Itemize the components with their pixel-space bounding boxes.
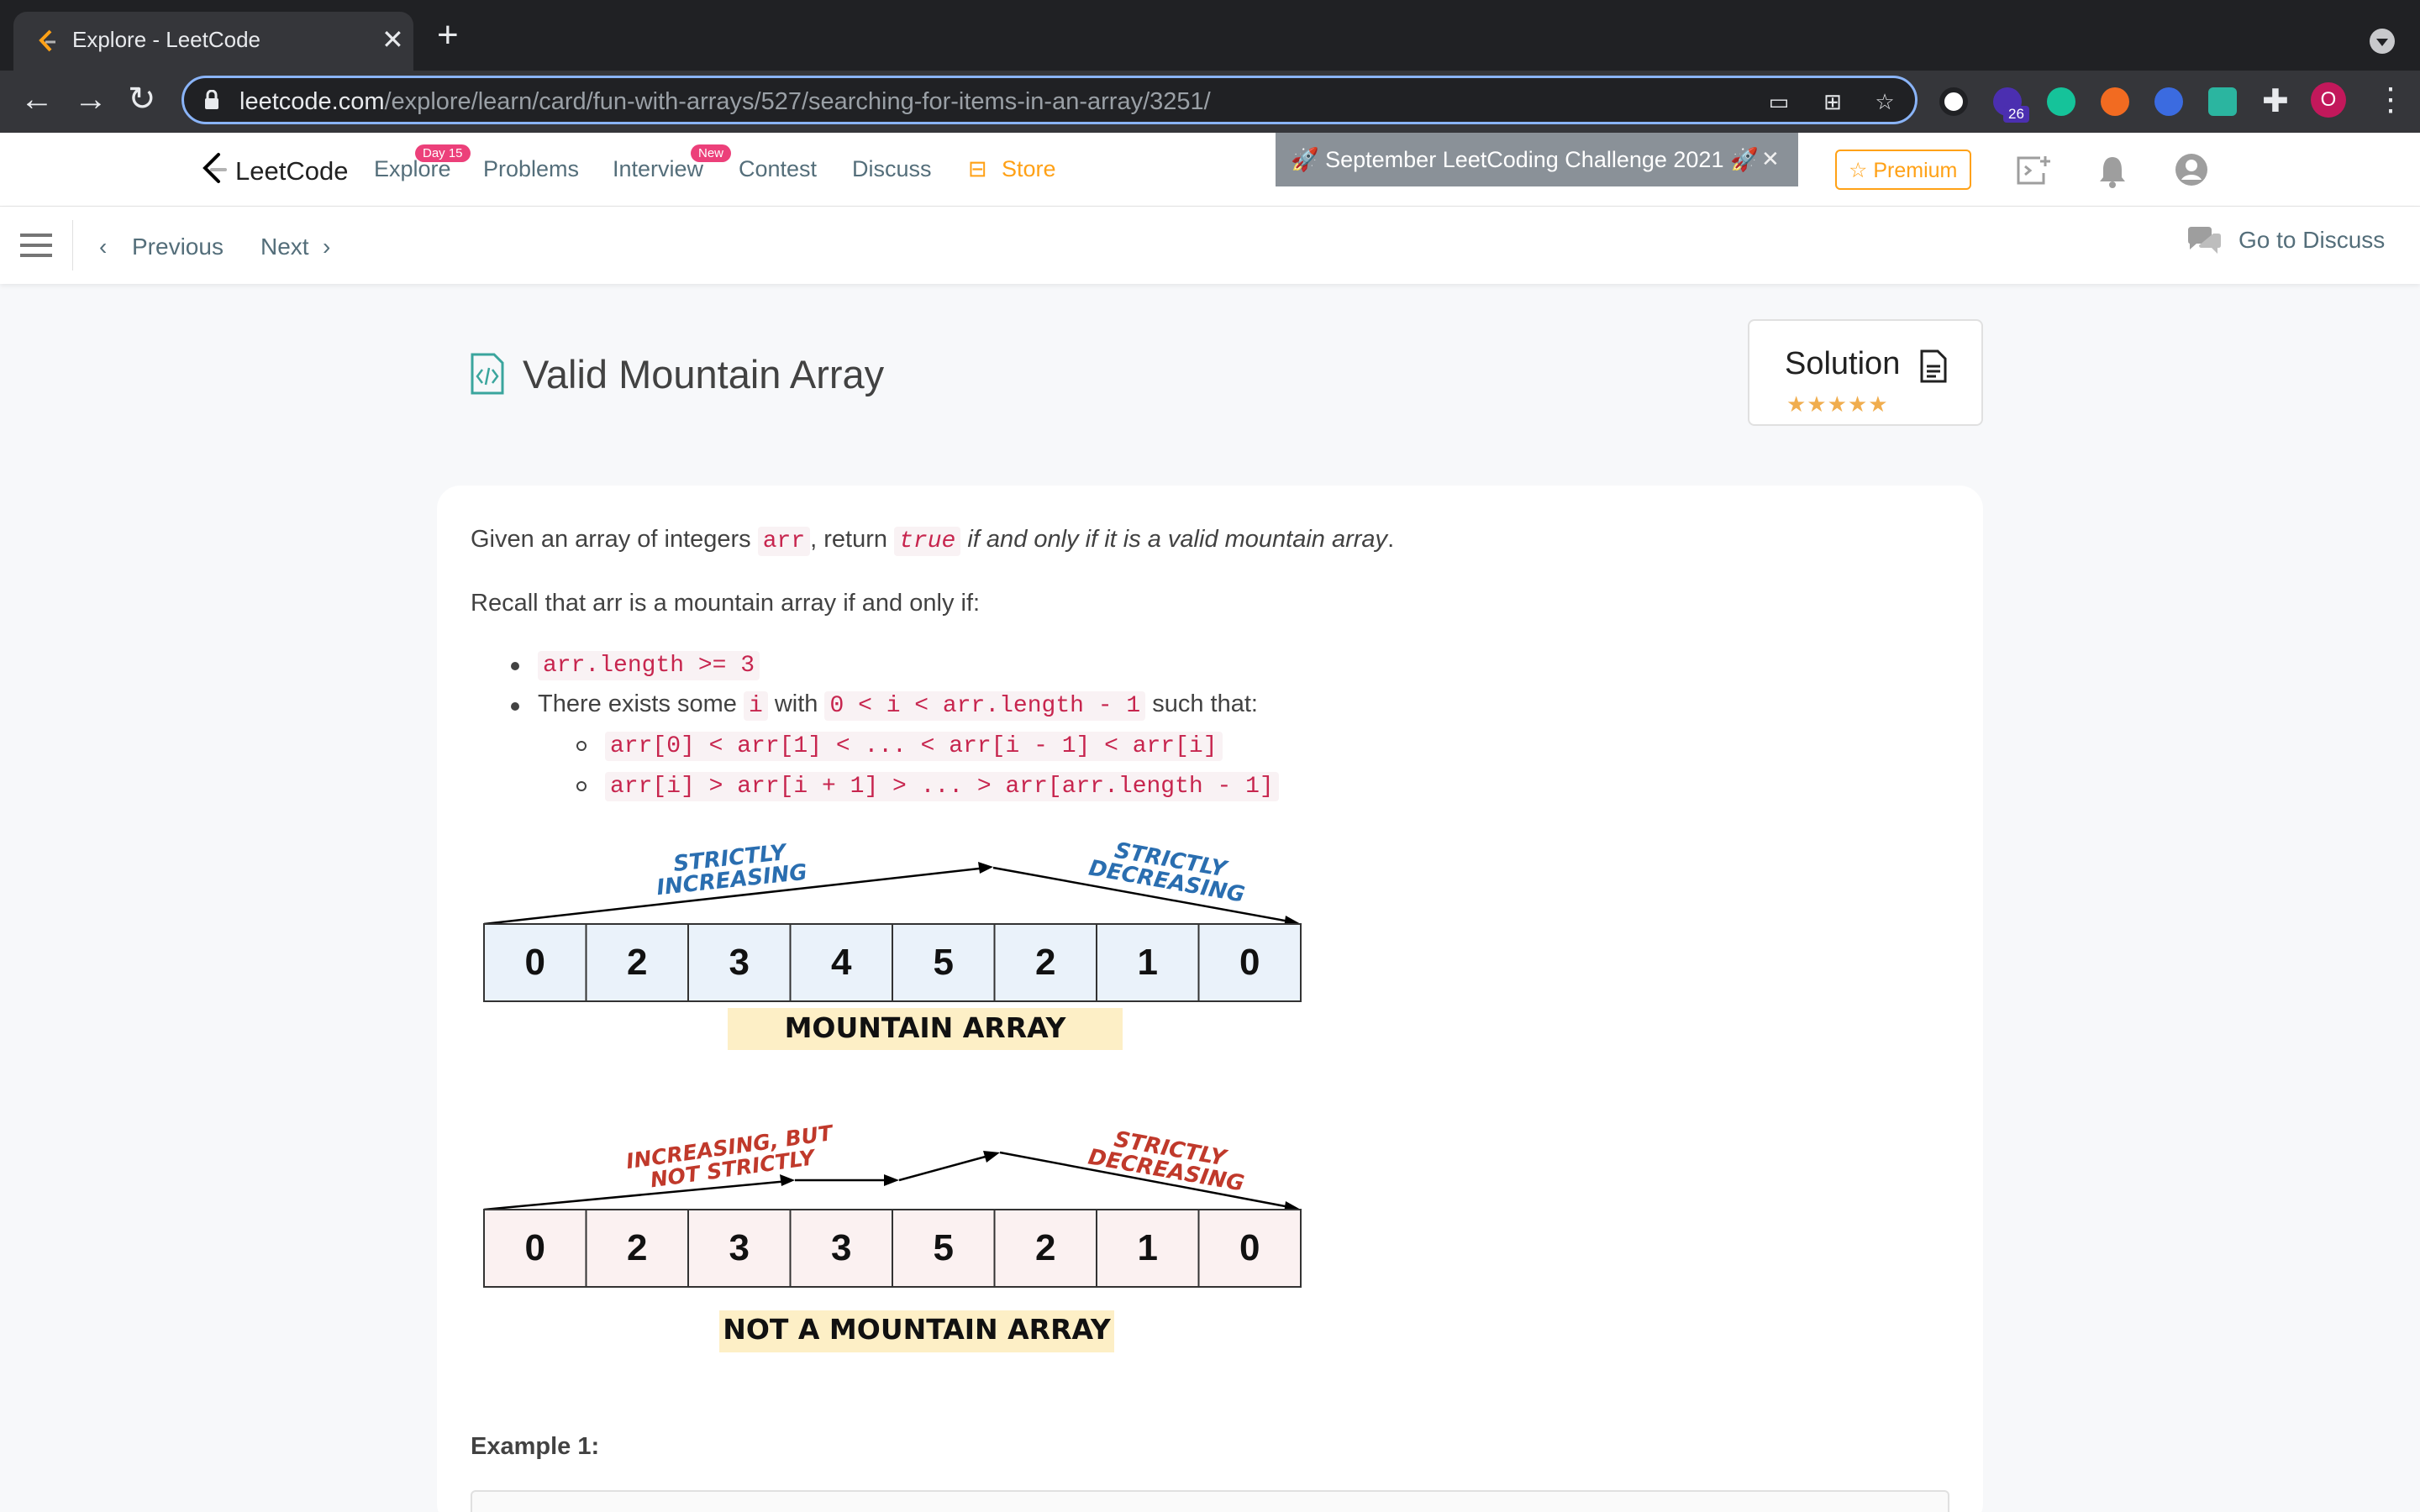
mountain-array-value: 2: [1035, 942, 1055, 983]
chevron-right-icon[interactable]: ›: [323, 234, 330, 260]
address-bar[interactable]: leetcode.com/explore/learn/card/fun-with…: [182, 76, 1918, 124]
grammarly-icon[interactable]: [2047, 87, 2075, 116]
example-heading: Example 1:: [471, 1433, 600, 1460]
banner-close-icon[interactable]: ✕: [1761, 146, 1780, 172]
forward-icon[interactable]: →: [74, 82, 108, 116]
increasing-not-strictly-label: INCREASING, BUT NOT STRICTLY: [624, 1121, 835, 1193]
premium-button[interactable]: ☆ Premium: [1835, 150, 1971, 190]
extension-orange-icon[interactable]: [2101, 87, 2129, 116]
nav-store[interactable]: Store: [1002, 156, 1056, 182]
reload-icon[interactable]: ↻: [128, 82, 156, 116]
strictly-decreasing-label-2: STRICTLY DECREASING: [1086, 1127, 1246, 1197]
mountain-array-value: 3: [729, 942, 750, 983]
not-mountain-array-value: 0: [1239, 1227, 1260, 1268]
extensions-puzzle-icon[interactable]: ✚: [2262, 82, 2289, 120]
interview-new-badge: New: [691, 144, 732, 162]
nav-problems[interactable]: Problems: [483, 156, 579, 182]
mountain-array-caption: MOUNTAIN ARRAY: [785, 1011, 1067, 1044]
code-arr: arr: [757, 527, 811, 556]
mountain-array-value: 4: [831, 942, 852, 983]
chevron-left-icon[interactable]: ‹: [99, 234, 107, 260]
recall-paragraph: Recall that arr is a mountain array if a…: [471, 590, 981, 617]
nav-contest[interactable]: Contest: [739, 156, 817, 182]
browser-tab[interactable]: Explore - LeetCode ✕: [13, 12, 413, 71]
document-icon: [1920, 349, 1947, 383]
condition-length: arr.length >= 3: [538, 650, 760, 680]
condition-increasing: arr[0] < arr[1] < ... < arr[i - 1] < arr…: [605, 731, 1223, 761]
page-title: Valid Mountain Array: [523, 352, 885, 396]
mountain-array-value: 5: [934, 942, 954, 983]
mountain-array-value: 0: [525, 942, 545, 983]
condition-decreasing: arr[i] > arr[i + 1] > ... > arr[arr.leng…: [605, 771, 1279, 801]
sub-bullet: [576, 741, 587, 751]
not-mountain-array-value: 3: [729, 1227, 750, 1268]
extension-globe-icon[interactable]: [2154, 87, 2183, 116]
solution-card[interactable]: Solution ★★★★★: [1748, 319, 1983, 426]
not-mountain-array-cells: 0 2 3 3 5 2 1 0: [483, 1209, 1302, 1288]
mountain-array-value: 0: [1239, 942, 1260, 983]
problem-intro: Given an array of integers arr, return t…: [471, 526, 1395, 556]
extension-shield-icon[interactable]: [2208, 87, 2237, 116]
subnav-divider: [72, 220, 73, 270]
bookmark-star-icon[interactable]: ☆: [1873, 90, 1897, 113]
url-text[interactable]: leetcode.com/explore/learn/card/fun-with…: [239, 88, 1211, 116]
not-mountain-array-caption: NOT A MOUNTAIN ARRAY: [723, 1313, 1112, 1346]
bullet: [511, 702, 519, 711]
notification-bell-icon[interactable]: [2097, 155, 2128, 188]
playground-icon[interactable]: [2015, 155, 2052, 186]
strictly-decreasing-label: STRICTLY DECREASING: [1086, 838, 1246, 908]
next-button[interactable]: Next: [260, 234, 309, 260]
back-icon[interactable]: ←: [20, 82, 54, 116]
user-account-icon[interactable]: [2175, 153, 2208, 186]
code-true: true: [894, 527, 961, 556]
logo-text: LeetCode: [235, 156, 349, 186]
not-mountain-array-figure: INCREASING, BUT NOT STRICTLY STRICTLY DE…: [483, 1121, 1302, 1352]
nav-interview[interactable]: Interview: [613, 156, 703, 182]
mountain-array-cells: 0 2 3 4 5 2 1 0: [483, 923, 1302, 1002]
extension-badge: 26: [2003, 106, 2029, 123]
nav-discuss[interactable]: Discuss: [852, 156, 932, 182]
challenge-banner[interactable]: 🚀 September LeetCoding Challenge 2021 🚀: [1276, 133, 1798, 186]
example-code-block: [471, 1490, 1949, 1512]
rating-stars: ★★★★★: [1786, 391, 1889, 417]
leetcode-favicon-icon: [39, 29, 55, 52]
new-tab-icon[interactable]: +: [437, 17, 459, 54]
store-icon: ⊟: [968, 156, 987, 181]
not-mountain-array-value: 3: [831, 1227, 851, 1268]
qr-code-icon[interactable]: ⊞: [1821, 90, 1844, 113]
tab-close-icon[interactable]: ✕: [381, 24, 404, 55]
banner-text: 🚀 September LeetCoding Challenge 2021 🚀: [1291, 147, 1759, 172]
condition-exists: There exists some i with 0 < i < arr.len…: [538, 690, 1258, 721]
extension-h-icon[interactable]: [1939, 87, 1968, 116]
mountain-array-figure: STRICTLY INCREASING STRICTLY DECREASING …: [483, 838, 1302, 1050]
leetcode-logo-icon: [203, 153, 227, 183]
not-mountain-array-value: 2: [1035, 1227, 1055, 1268]
profile-avatar[interactable]: O: [2311, 82, 2346, 118]
site-header: [0, 133, 2420, 207]
lock-icon: [205, 90, 218, 109]
not-mountain-array-value: 1: [1138, 1227, 1158, 1268]
tab-search-icon[interactable]: [2370, 29, 2395, 54]
cast-icon[interactable]: ▭: [1767, 90, 1791, 113]
go-to-discuss-link[interactable]: Go to Discuss: [2238, 227, 2385, 254]
tab-title: Explore - LeetCode: [72, 27, 261, 52]
previous-button[interactable]: Previous: [132, 234, 224, 260]
sub-bullet: [576, 781, 587, 791]
browser-menu-icon[interactable]: ⋮: [2375, 81, 2407, 118]
discuss-chat-icon: [2188, 227, 2221, 254]
not-mountain-array-value: 0: [525, 1227, 545, 1268]
article-code-icon: [471, 353, 504, 395]
not-mountain-array-value: 5: [934, 1227, 954, 1268]
solution-label: Solution: [1785, 346, 1901, 381]
menu-hamburger-icon[interactable]: [20, 234, 52, 257]
mountain-array-value: 2: [627, 942, 647, 983]
explore-day-badge: Day 15: [415, 144, 471, 162]
lesson-navbar: [0, 207, 2420, 284]
mountain-array-value: 1: [1138, 942, 1158, 983]
not-mountain-array-value: 2: [627, 1227, 647, 1268]
bullet: [511, 662, 519, 670]
